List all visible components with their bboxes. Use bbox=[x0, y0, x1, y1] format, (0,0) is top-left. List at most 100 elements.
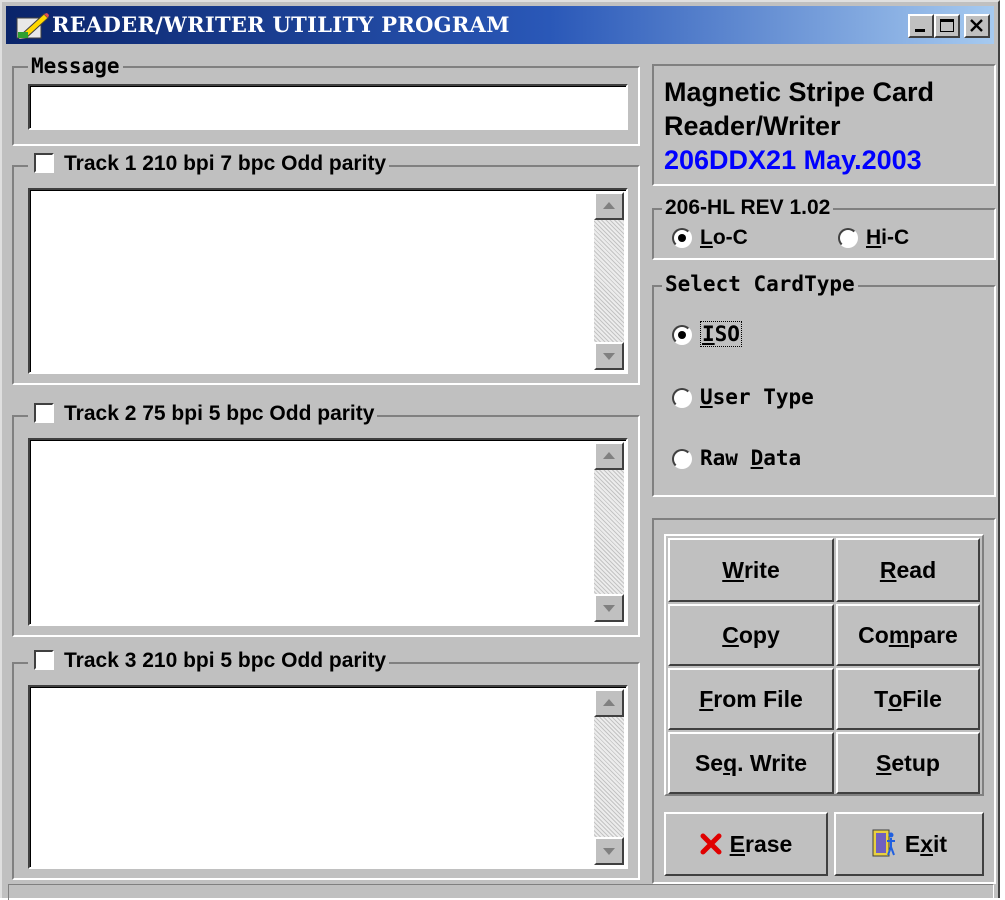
scroll-up-button[interactable] bbox=[594, 689, 624, 717]
scroll-up-button[interactable] bbox=[594, 192, 624, 220]
lo-c-label-rest: o-C bbox=[712, 226, 748, 249]
arrow-up-icon bbox=[603, 202, 615, 209]
user-type-radio[interactable] bbox=[672, 388, 692, 408]
track1-textarea[interactable] bbox=[28, 188, 628, 374]
door-exit-icon bbox=[872, 829, 895, 857]
maximize-button[interactable] bbox=[934, 14, 960, 38]
accelerator-key: q bbox=[723, 749, 738, 776]
raw-data-label-pre: Raw bbox=[700, 446, 751, 470]
accelerator-key: W bbox=[722, 556, 744, 583]
coercivity-label: 206-HL REV 1.02 bbox=[662, 196, 834, 220]
button-label-part: ead bbox=[896, 556, 937, 583]
track2-scrollbar[interactable] bbox=[594, 442, 624, 622]
scroll-down-button[interactable] bbox=[594, 594, 624, 622]
track3-checkbox[interactable] bbox=[34, 650, 54, 670]
model-version: 206DDX21 May.2003 bbox=[664, 145, 922, 175]
iso-label[interactable]: ISO bbox=[700, 321, 742, 347]
button-label-part: rite bbox=[743, 556, 780, 583]
arrow-up-icon bbox=[603, 699, 615, 706]
button-label-part: . Write bbox=[737, 749, 808, 776]
close-button[interactable] bbox=[964, 14, 990, 38]
setup-button[interactable]: Setup bbox=[836, 732, 980, 794]
accelerator-key: m bbox=[888, 621, 910, 648]
write-button[interactable]: Write bbox=[668, 538, 834, 602]
track3-label: Track 3 210 bpi 5 bpc Odd parity bbox=[28, 649, 390, 673]
hi-c-label[interactable]: Hi-C bbox=[866, 226, 909, 250]
radio-selected-dot bbox=[678, 234, 686, 242]
cardtype-label: Select CardType bbox=[662, 272, 858, 296]
focus-ring: ISO bbox=[700, 321, 742, 347]
button-label-part: etup bbox=[891, 749, 940, 776]
arrow-down-icon bbox=[603, 353, 615, 360]
read-button[interactable]: Read bbox=[836, 538, 980, 602]
track2-checkbox[interactable] bbox=[34, 403, 54, 423]
track1-checkbox[interactable] bbox=[34, 153, 54, 173]
button-label-part: File bbox=[902, 685, 942, 712]
lo-c-label[interactable]: Lo-C bbox=[700, 226, 748, 250]
accelerator-key: o bbox=[888, 685, 903, 712]
track2-label: Track 2 75 bpi 5 bpc Odd parity bbox=[28, 402, 378, 426]
radio-selected-dot bbox=[678, 331, 686, 339]
message-value bbox=[30, 86, 588, 128]
raw-data-label-post: ata bbox=[763, 446, 802, 470]
erase-button[interactable]: Erase bbox=[664, 812, 828, 876]
button-label-part: opy bbox=[738, 621, 780, 648]
track2-data bbox=[30, 440, 588, 624]
copy-button[interactable]: Copy bbox=[668, 604, 834, 666]
user-type-label[interactable]: User Type bbox=[700, 385, 814, 409]
scroll-up-button[interactable] bbox=[594, 442, 624, 470]
minimize-icon bbox=[915, 29, 925, 32]
message-label: Message bbox=[28, 54, 123, 78]
minimize-button[interactable] bbox=[908, 14, 934, 38]
from-file-button[interactable]: From File bbox=[668, 668, 834, 730]
button-label-part: rase bbox=[745, 830, 793, 857]
button-label-part: Se bbox=[694, 749, 724, 776]
button-label-part: rom File bbox=[713, 685, 803, 712]
scroll-down-button[interactable] bbox=[594, 342, 624, 370]
to-file-button[interactable]: To File bbox=[836, 668, 980, 730]
button-label-part: T bbox=[874, 685, 889, 712]
accelerator-key: S bbox=[876, 749, 892, 776]
button-label-part: pare bbox=[909, 621, 958, 648]
iso-accel-key: I bbox=[702, 322, 715, 346]
app-pencil-icon bbox=[16, 13, 49, 39]
main-window: READER/WRITER UTILITY PROGRAM Message Tr… bbox=[0, 0, 1000, 900]
lo-c-accel-key: L bbox=[700, 226, 713, 249]
accelerator-key: E bbox=[729, 830, 745, 857]
track3-textarea[interactable] bbox=[28, 685, 628, 869]
title-bar[interactable]: READER/WRITER UTILITY PROGRAM bbox=[6, 6, 994, 44]
maximize-icon bbox=[940, 19, 954, 32]
iso-radio[interactable] bbox=[672, 325, 692, 345]
track3-scrollbar[interactable] bbox=[594, 689, 624, 865]
user-type-accel-key: U bbox=[700, 385, 713, 409]
button-label-part: it bbox=[933, 830, 948, 857]
arrow-up-icon bbox=[603, 452, 615, 459]
hi-c-radio[interactable] bbox=[838, 228, 858, 248]
compare-button[interactable]: Co m pare bbox=[836, 604, 980, 666]
raw-data-radio[interactable] bbox=[672, 449, 692, 469]
hi-c-accel-key: H bbox=[866, 226, 882, 249]
button-label-part: E bbox=[904, 830, 921, 857]
track3-data bbox=[30, 687, 588, 867]
iso-label-post: SO bbox=[714, 322, 740, 346]
raw-data-label[interactable]: Raw Data bbox=[700, 446, 801, 470]
message-field[interactable] bbox=[28, 84, 628, 130]
window-title: READER/WRITER UTILITY PROGRAM bbox=[52, 12, 510, 37]
scroll-down-button[interactable] bbox=[594, 837, 624, 865]
hi-c-label-rest: i-C bbox=[881, 226, 910, 249]
product-name-line1: Magnetic Stripe Card bbox=[664, 77, 935, 107]
raw-data-accel-key: D bbox=[750, 446, 764, 470]
x-mark-icon bbox=[700, 833, 722, 855]
arrow-down-icon bbox=[603, 848, 615, 855]
accelerator-key: x bbox=[920, 830, 934, 857]
seq-write-button[interactable]: Se q. Write bbox=[668, 732, 834, 794]
user-type-label-post: ser Type bbox=[712, 385, 814, 409]
exit-button[interactable]: Ex it bbox=[834, 812, 984, 876]
product-name-line2: Reader/Writer bbox=[664, 111, 841, 141]
accelerator-key: F bbox=[699, 685, 714, 712]
track2-textarea[interactable] bbox=[28, 438, 628, 626]
close-icon bbox=[970, 19, 983, 32]
lo-c-radio[interactable] bbox=[672, 228, 692, 248]
track1-scrollbar[interactable] bbox=[594, 192, 624, 370]
arrow-down-icon bbox=[603, 605, 615, 612]
